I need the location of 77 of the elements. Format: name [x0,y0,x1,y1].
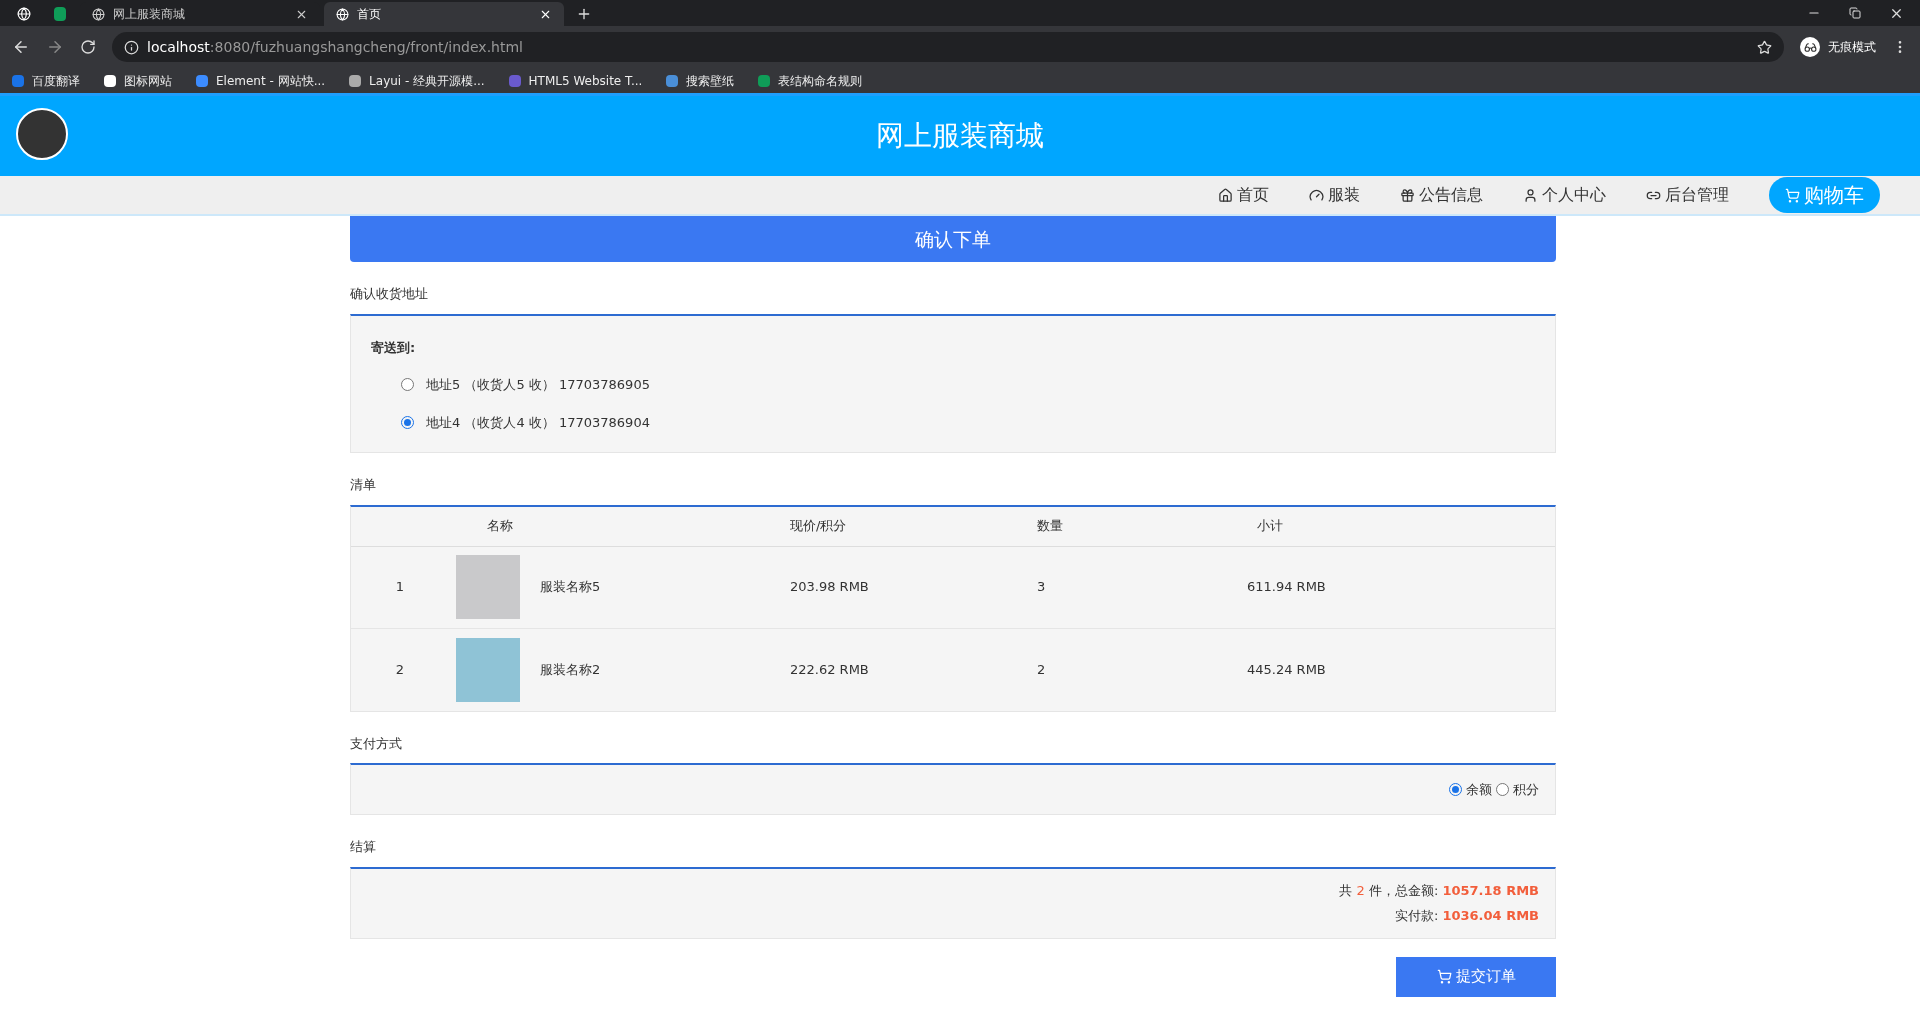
bookmark-favicon-icon [666,74,679,87]
nav-link[interactable]: 公告信息 [1400,183,1483,207]
new-tab-icon [576,6,592,22]
bookmark-item[interactable]: Element - 网站快... [196,71,326,90]
paid-label: 实付款: [1395,907,1439,925]
globe-icon [17,7,31,21]
bookmark-item[interactable]: Layui - 经典开源模... [349,71,485,90]
home-icon [1218,187,1233,203]
bookmark-favicon-icon [758,74,771,87]
photo-placeholder [456,555,520,619]
table-cell-text: 2 [394,660,406,679]
column-header: 数量 [1036,517,1064,536]
bookmark-item[interactable]: 表结构命名规则 [758,71,863,90]
forward-icon [46,38,64,56]
table-cell-text: 445.24 RMB [1247,660,1327,679]
site-title: 网上服装商城 [876,118,1044,154]
nav-link[interactable]: 个人中心 [1523,183,1606,207]
bookmark-item[interactable]: 百度翻译 [12,71,80,90]
table-cell-text: 203.98 RMB [789,578,870,597]
table-cell-text: 611.94 RMB [1247,578,1327,597]
bookmark-favicon-icon [508,74,521,87]
bookmark-item[interactable]: HTML5 Website T... [508,71,643,90]
gauge-icon [1309,187,1324,203]
ship-to-label: 寄送到: [371,338,417,357]
radio-button[interactable] [401,378,414,392]
bookmark-star-icon [1757,39,1772,55]
tab-title: 首页 [357,6,382,23]
bookmark-favicon-icon [12,74,24,87]
payment-option: 积分 [1513,779,1539,800]
nav-link[interactable]: 服装 [1309,183,1360,207]
bookmark-favicon-icon [349,74,362,87]
total-amount: 1057.18 RMB [1442,881,1539,900]
section-heading: 支付方式 [350,734,403,753]
item-count-text: 共 2 件，总金额: [1339,881,1439,900]
avatar [16,108,68,160]
payment-option: 余额 [1466,779,1492,800]
back-icon [12,38,30,56]
paid-amount: 1036.04 RMB [1442,907,1539,925]
table-cell-text: 2 [1036,660,1047,679]
incognito-badge[interactable]: 无痕模式 [1800,37,1876,57]
bookmark-item[interactable]: 搜索壁纸 [666,71,735,90]
info-icon [124,39,139,55]
bookmark-favicon-icon [104,74,116,87]
url-text: localhost:8080/fuzhuangshangcheng/front/index.html [147,37,523,57]
nav-link[interactable]: 后台管理 [1646,183,1729,207]
address-field[interactable]: localhost:8080/fuzhuangshangcheng/front/index.html [112,32,1784,62]
section-heading: 清单 [350,476,377,494]
cart-icon [1436,969,1452,984]
table-cell-text: 服装名称2 [540,660,601,679]
column-header: 小计 [1256,517,1284,536]
confirm-order-title: 确认下单 [350,216,1556,262]
globe-icon [336,7,349,21]
bookmark-item[interactable]: 图标网站 [104,71,172,90]
tab-title: 网上服装商城 [113,6,186,23]
table-cell-text: 222.62 RMB [789,660,870,679]
radio-button[interactable] [1496,783,1509,796]
address-option: 地址5 （收货人5 收） 17703786905 [426,375,650,395]
section-heading: 结算 [350,838,377,856]
gift-icon [1400,187,1415,203]
browser-tab[interactable]: 首页 [324,2,564,26]
reload-icon [80,39,96,55]
table-cell-text: 3 [1036,578,1047,597]
table-cell-text: 1 [394,578,406,597]
section-heading: 确认收货地址 [350,285,429,303]
cart-icon [1785,187,1800,203]
address-option: 地址4 （收货人4 收） 17703786904 [426,412,650,432]
submit-order-button[interactable]: 提交订单 [1396,956,1556,997]
bookmark-favicon-icon [196,74,208,87]
column-header: 现价/积分 [789,517,848,536]
sheet-icon [54,7,66,21]
nav-link[interactable]: 首页 [1218,183,1269,207]
column-header: 名称 [486,517,514,536]
photo-placeholder [456,637,520,702]
table-cell-text: 服装名称5 [540,578,601,597]
restore-icon [1849,7,1861,19]
globe-icon [92,7,105,21]
user-icon [1523,187,1538,203]
